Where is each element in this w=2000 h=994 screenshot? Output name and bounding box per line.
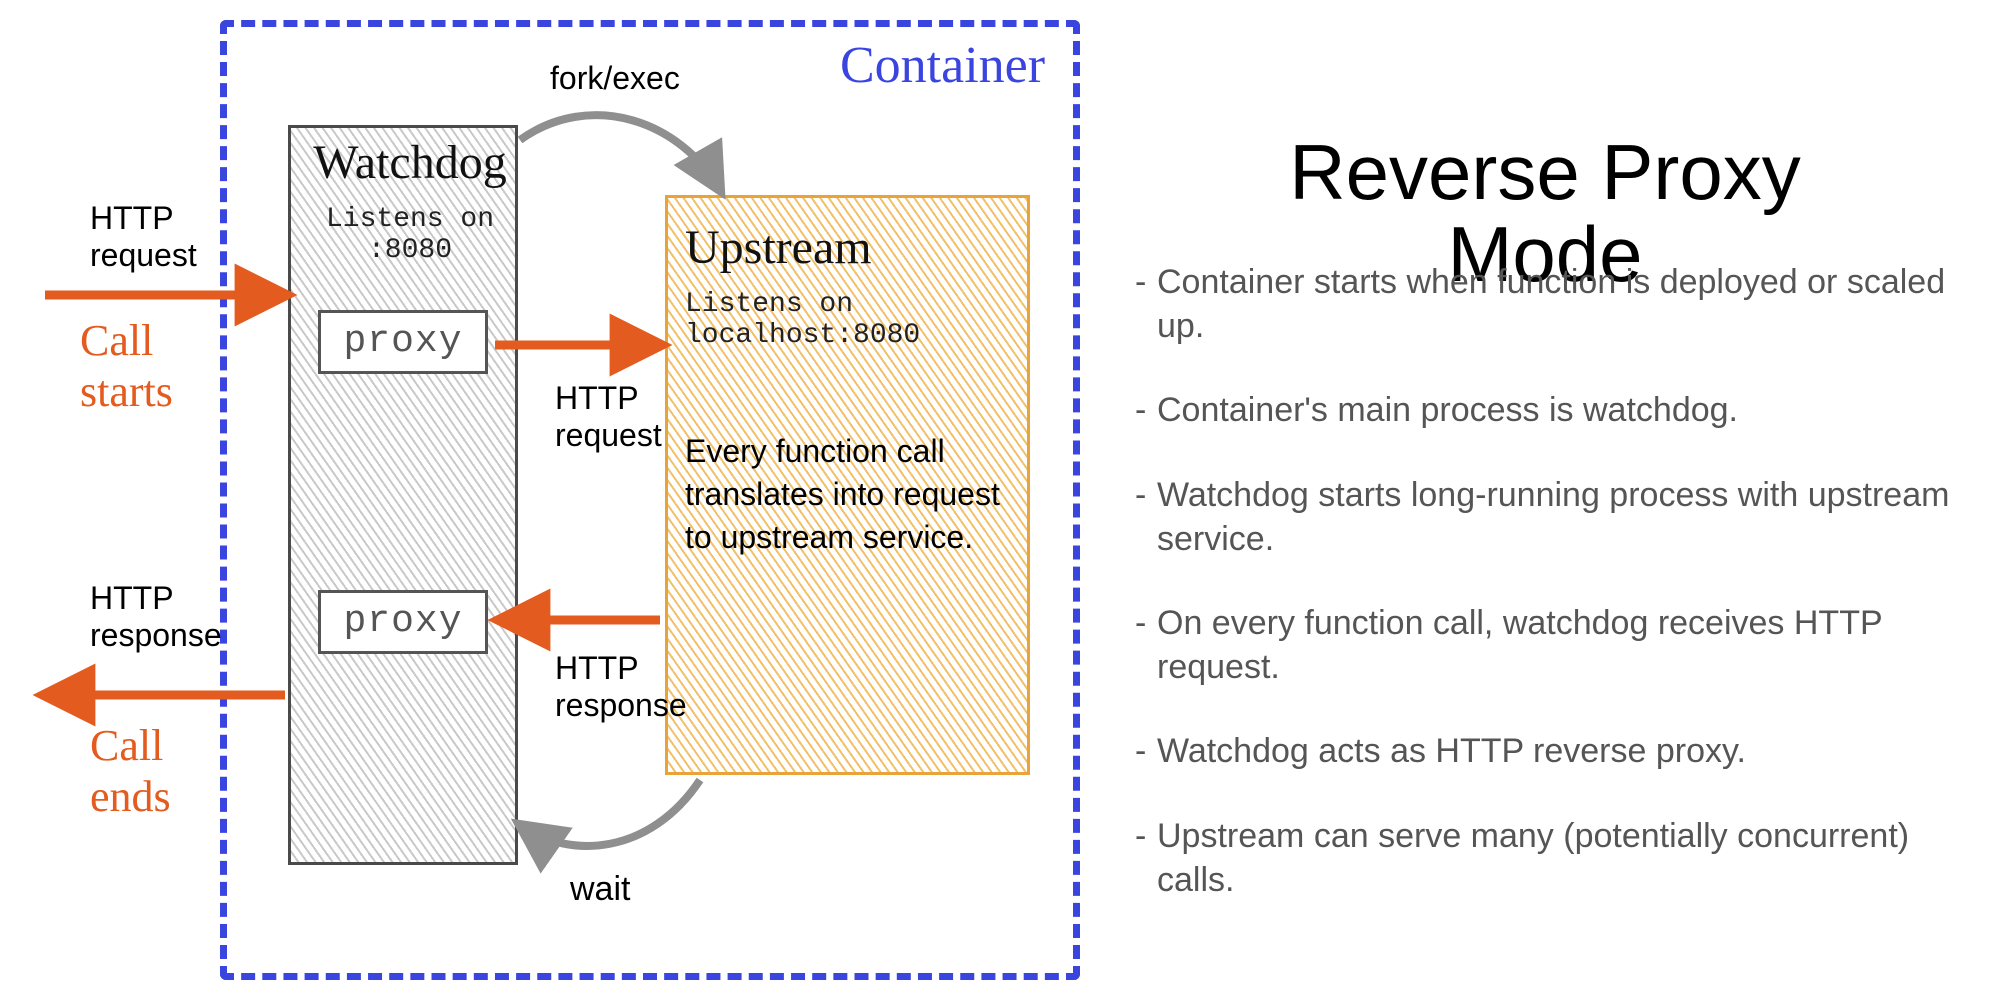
bullet-item: -Container's main process is watchdog. [1135, 388, 1955, 432]
diagram-stage: Container Watchdog Listens on :8080 prox… [0, 0, 2000, 994]
upstream-listens: Listens on localhost:8080 [685, 290, 920, 352]
bullet-dash: - [1135, 260, 1157, 348]
bullet-item: -Watchdog acts as HTTP reverse proxy. [1135, 729, 1955, 773]
bullet-item: -On every function call, watchdog receiv… [1135, 601, 1955, 689]
upstream-description: Every function call translates into requ… [685, 430, 1015, 560]
bullet-item: -Container starts when function is deplo… [1135, 260, 1955, 348]
proxy-box-request: proxy [318, 310, 488, 374]
bullet-text: On every function call, watchdog receive… [1157, 601, 1955, 689]
watchdog-title: Watchdog [300, 135, 520, 190]
bullet-item: -Watchdog starts long-running process wi… [1135, 473, 1955, 561]
panel-title: Reverse ProxyMode [1120, 50, 1970, 296]
bullet-item: -Upstream can serve many (potentially co… [1135, 814, 1955, 902]
label-mid-http-response: HTTP response [555, 650, 687, 724]
bullet-text: Container's main process is watchdog. [1157, 388, 1955, 432]
label-call-ends: Call ends [90, 720, 171, 822]
bullet-text: Container starts when function is deploy… [1157, 260, 1955, 348]
watchdog-listens: Listens on :8080 [300, 205, 520, 267]
label-mid-http-request: HTTP request [555, 380, 662, 454]
label-call-starts: Call starts [80, 315, 173, 417]
label-fork-exec: fork/exec [550, 60, 680, 97]
bullet-text: Watchdog acts as HTTP reverse proxy. [1157, 729, 1955, 773]
proxy-box-response: proxy [318, 590, 488, 654]
bullet-list: -Container starts when function is deplo… [1135, 260, 1955, 942]
container-label: Container [840, 36, 1045, 95]
label-wait: wait [570, 870, 630, 909]
label-http-request-in: HTTP request [90, 200, 197, 274]
bullet-dash: - [1135, 473, 1157, 561]
bullet-dash: - [1135, 601, 1157, 689]
bullet-text: Upstream can serve many (potentially con… [1157, 814, 1955, 902]
label-http-response-out: HTTP response [90, 580, 222, 654]
bullet-dash: - [1135, 388, 1157, 432]
bullet-dash: - [1135, 814, 1157, 902]
bullet-dash: - [1135, 729, 1157, 773]
bullet-text: Watchdog starts long-running process wit… [1157, 473, 1955, 561]
upstream-title: Upstream [685, 220, 1015, 275]
